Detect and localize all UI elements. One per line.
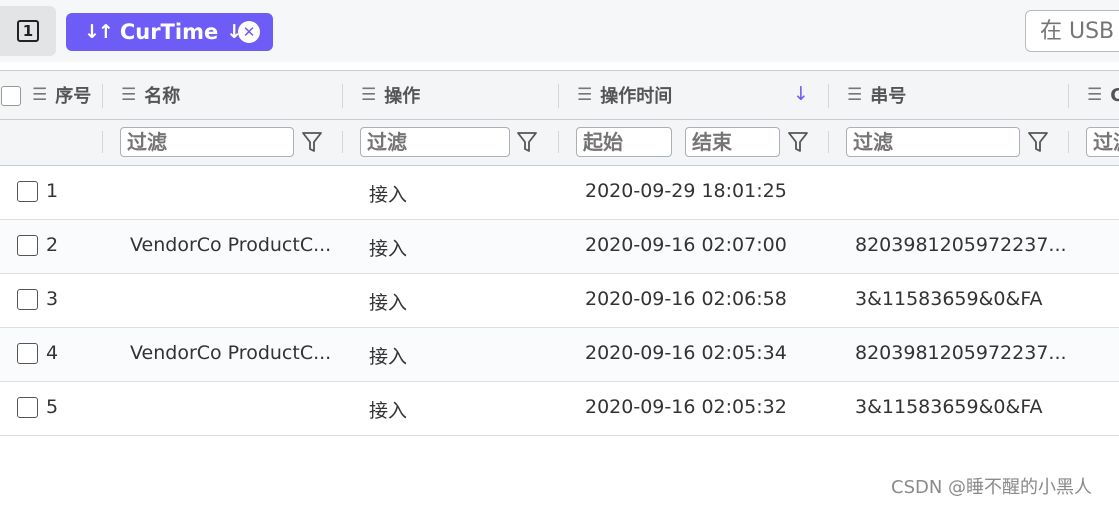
row-operation: 接入 bbox=[369, 184, 408, 206]
row-checkbox[interactable] bbox=[17, 397, 38, 418]
column-header-serial[interactable]: ☰ 串号 bbox=[847, 71, 906, 119]
table-row[interactable]: 1 接入 2020-09-29 18:01:25 bbox=[0, 166, 1119, 220]
table-row[interactable]: 3 接入 2020-09-16 02:06:58 3&11583659&0&FA bbox=[0, 274, 1119, 328]
column-menu-icon[interactable]: ☰ bbox=[847, 85, 862, 105]
row-serial: 8203981205972237... bbox=[855, 234, 1067, 256]
row-time: 2020-09-29 18:01:25 bbox=[585, 180, 787, 202]
row-index: 5 bbox=[46, 396, 59, 418]
page-number-button[interactable]: 1 bbox=[0, 6, 56, 56]
select-all-checkbox[interactable] bbox=[1, 86, 21, 106]
row-time: 2020-09-16 02:05:34 bbox=[585, 342, 787, 364]
row-time: 2020-09-16 02:05:32 bbox=[585, 396, 787, 418]
time-end-input[interactable] bbox=[685, 127, 780, 157]
sort-chip[interactable]: ↓↑ CurTime ↓ ✕ bbox=[66, 13, 273, 51]
column-header-index[interactable]: ☰ 序号 bbox=[32, 71, 91, 119]
table-row[interactable]: 4 VendorCo ProductC... 接入 2020-09-16 02:… bbox=[0, 328, 1119, 382]
column-separator bbox=[828, 131, 829, 153]
row-index: 1 bbox=[46, 180, 59, 202]
column-menu-icon[interactable]: ☰ bbox=[121, 85, 136, 105]
filter-icon[interactable] bbox=[516, 130, 538, 154]
close-circle-icon[interactable]: ✕ bbox=[238, 21, 260, 43]
table-row[interactable]: 5 接入 2020-09-16 02:05:32 3&11583659&0&FA bbox=[0, 382, 1119, 436]
row-operation: 接入 bbox=[369, 346, 408, 368]
row-checkbox[interactable] bbox=[17, 343, 38, 364]
column-header-time[interactable]: ☰ 操作时间 bbox=[577, 71, 672, 119]
row-checkbox[interactable] bbox=[17, 235, 38, 256]
row-checkbox[interactable] bbox=[17, 289, 38, 310]
filter-icon[interactable] bbox=[301, 130, 323, 154]
row-operation: 接入 bbox=[369, 238, 408, 260]
sort-toggle-icon: ↓↑ bbox=[84, 21, 114, 43]
row-operation: 接入 bbox=[369, 400, 408, 422]
row-index: 3 bbox=[46, 288, 59, 310]
column-separator bbox=[1068, 131, 1069, 153]
column-header-operation[interactable]: ☰ 操作 bbox=[361, 71, 420, 119]
next-filter-input[interactable] bbox=[1086, 127, 1119, 157]
search-input[interactable] bbox=[1025, 10, 1119, 52]
page-number: 1 bbox=[17, 20, 39, 42]
column-separator[interactable] bbox=[558, 84, 559, 108]
row-checkbox[interactable] bbox=[17, 181, 38, 202]
operation-filter-input[interactable] bbox=[360, 127, 510, 157]
column-header-name[interactable]: ☰ 名称 bbox=[121, 71, 180, 119]
filter-icon[interactable] bbox=[1027, 130, 1049, 154]
grid-header: ☰ 序号 ☰ 名称 ☰ 操作 ☰ 操作时间 ↓ ☰ 串号 ☰ C bbox=[0, 70, 1119, 120]
watermark: CSDN @睡不醒的小黑人 bbox=[891, 477, 1093, 498]
row-index: 4 bbox=[46, 342, 59, 364]
column-separator bbox=[102, 131, 103, 153]
row-index: 2 bbox=[46, 234, 59, 256]
serial-filter-input[interactable] bbox=[846, 127, 1020, 157]
column-menu-icon[interactable]: ☰ bbox=[361, 85, 376, 105]
row-time: 2020-09-16 02:07:00 bbox=[585, 234, 787, 256]
sort-chip-label: CurTime bbox=[119, 20, 219, 44]
filter-row bbox=[0, 120, 1119, 166]
table-row[interactable]: 2 VendorCo ProductC... 接入 2020-09-16 02:… bbox=[0, 220, 1119, 274]
sort-desc-icon[interactable]: ↓ bbox=[793, 83, 809, 105]
row-time: 2020-09-16 02:06:58 bbox=[585, 288, 787, 310]
column-menu-icon[interactable]: ☰ bbox=[32, 85, 47, 105]
column-separator[interactable] bbox=[102, 84, 103, 108]
filter-icon[interactable] bbox=[787, 130, 809, 154]
column-header-next[interactable]: ☰ C bbox=[1087, 71, 1119, 119]
data-grid: ☰ 序号 ☰ 名称 ☰ 操作 ☰ 操作时间 ↓ ☰ 串号 ☰ C 过滤 过滤 起… bbox=[0, 70, 1119, 436]
column-separator bbox=[558, 131, 559, 153]
row-operation: 接入 bbox=[369, 292, 408, 314]
column-separator[interactable] bbox=[1068, 84, 1069, 108]
column-separator[interactable] bbox=[828, 84, 829, 108]
column-menu-icon[interactable]: ☰ bbox=[1087, 85, 1102, 105]
column-separator[interactable] bbox=[342, 84, 343, 108]
row-serial: 3&11583659&0&FA bbox=[855, 396, 1043, 418]
toolbar: 1 ↓↑ CurTime ↓ ✕ bbox=[0, 0, 1119, 62]
column-menu-icon[interactable]: ☰ bbox=[577, 85, 592, 105]
time-start-input[interactable] bbox=[576, 127, 672, 157]
row-name: VendorCo ProductC... bbox=[130, 342, 332, 364]
row-serial: 3&11583659&0&FA bbox=[855, 288, 1043, 310]
name-filter-input[interactable] bbox=[120, 127, 294, 157]
row-name: VendorCo ProductC... bbox=[130, 234, 332, 256]
row-serial: 8203981205972237... bbox=[855, 342, 1067, 364]
column-separator bbox=[342, 131, 343, 153]
